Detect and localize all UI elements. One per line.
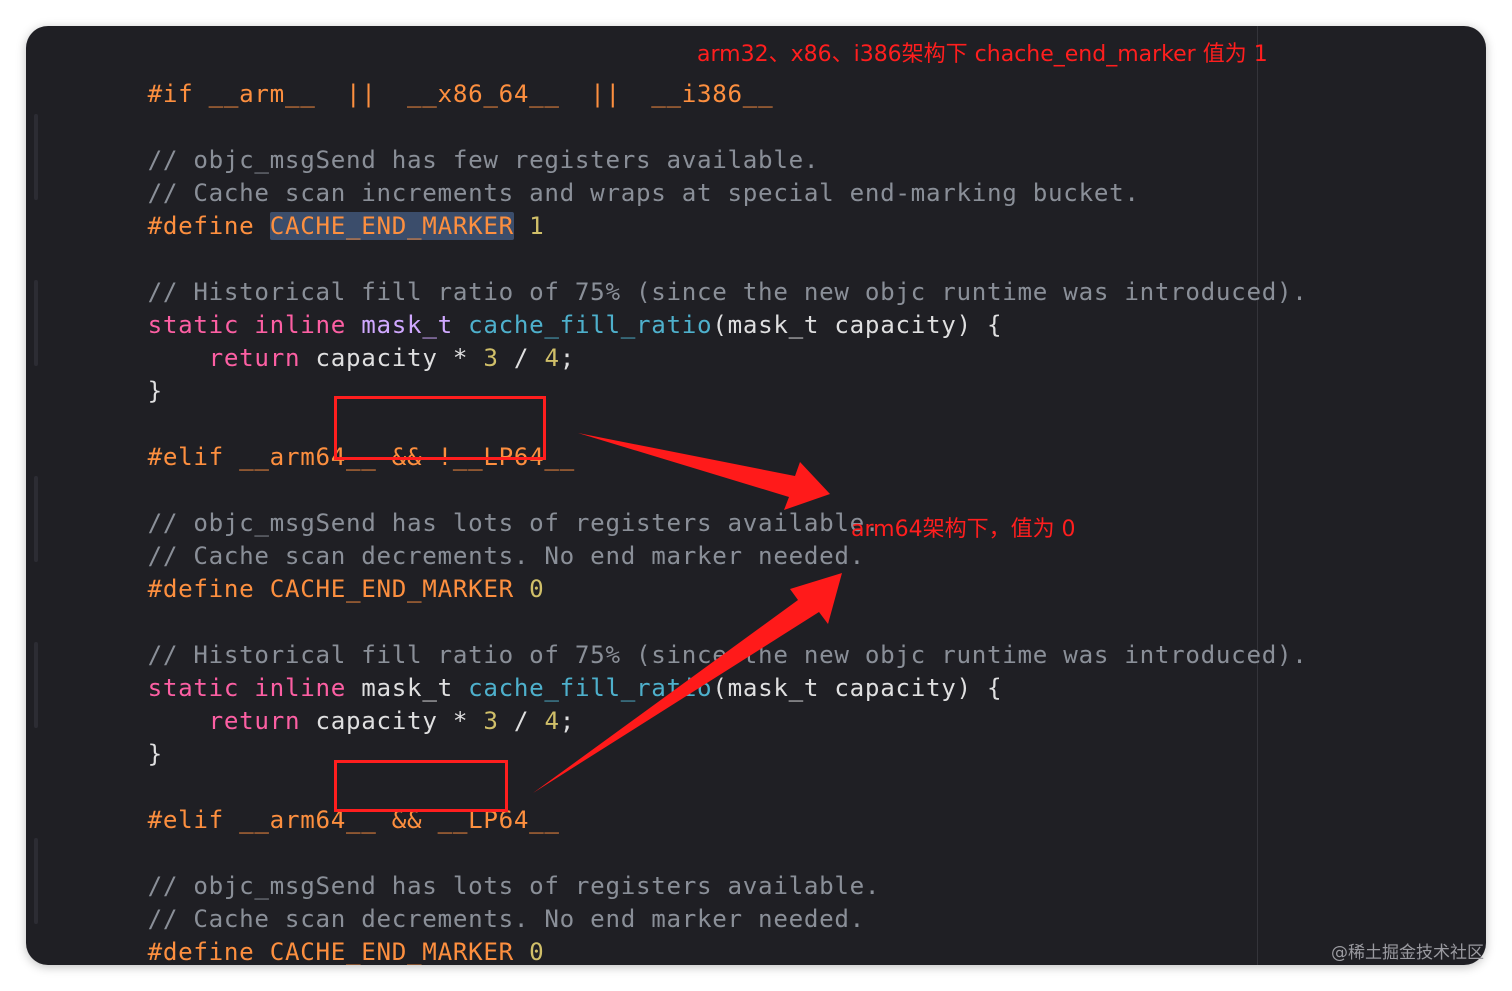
arrow-up-right [533, 573, 842, 793]
arrow-down-right [578, 433, 830, 510]
watermark: @稀土掘金技术社区 [1331, 943, 1484, 963]
arrow-overlay [533, 433, 842, 793]
screenshot-canvas: #if __arm__ || __x86_64__ || __i386__ //… [0, 0, 1512, 991]
